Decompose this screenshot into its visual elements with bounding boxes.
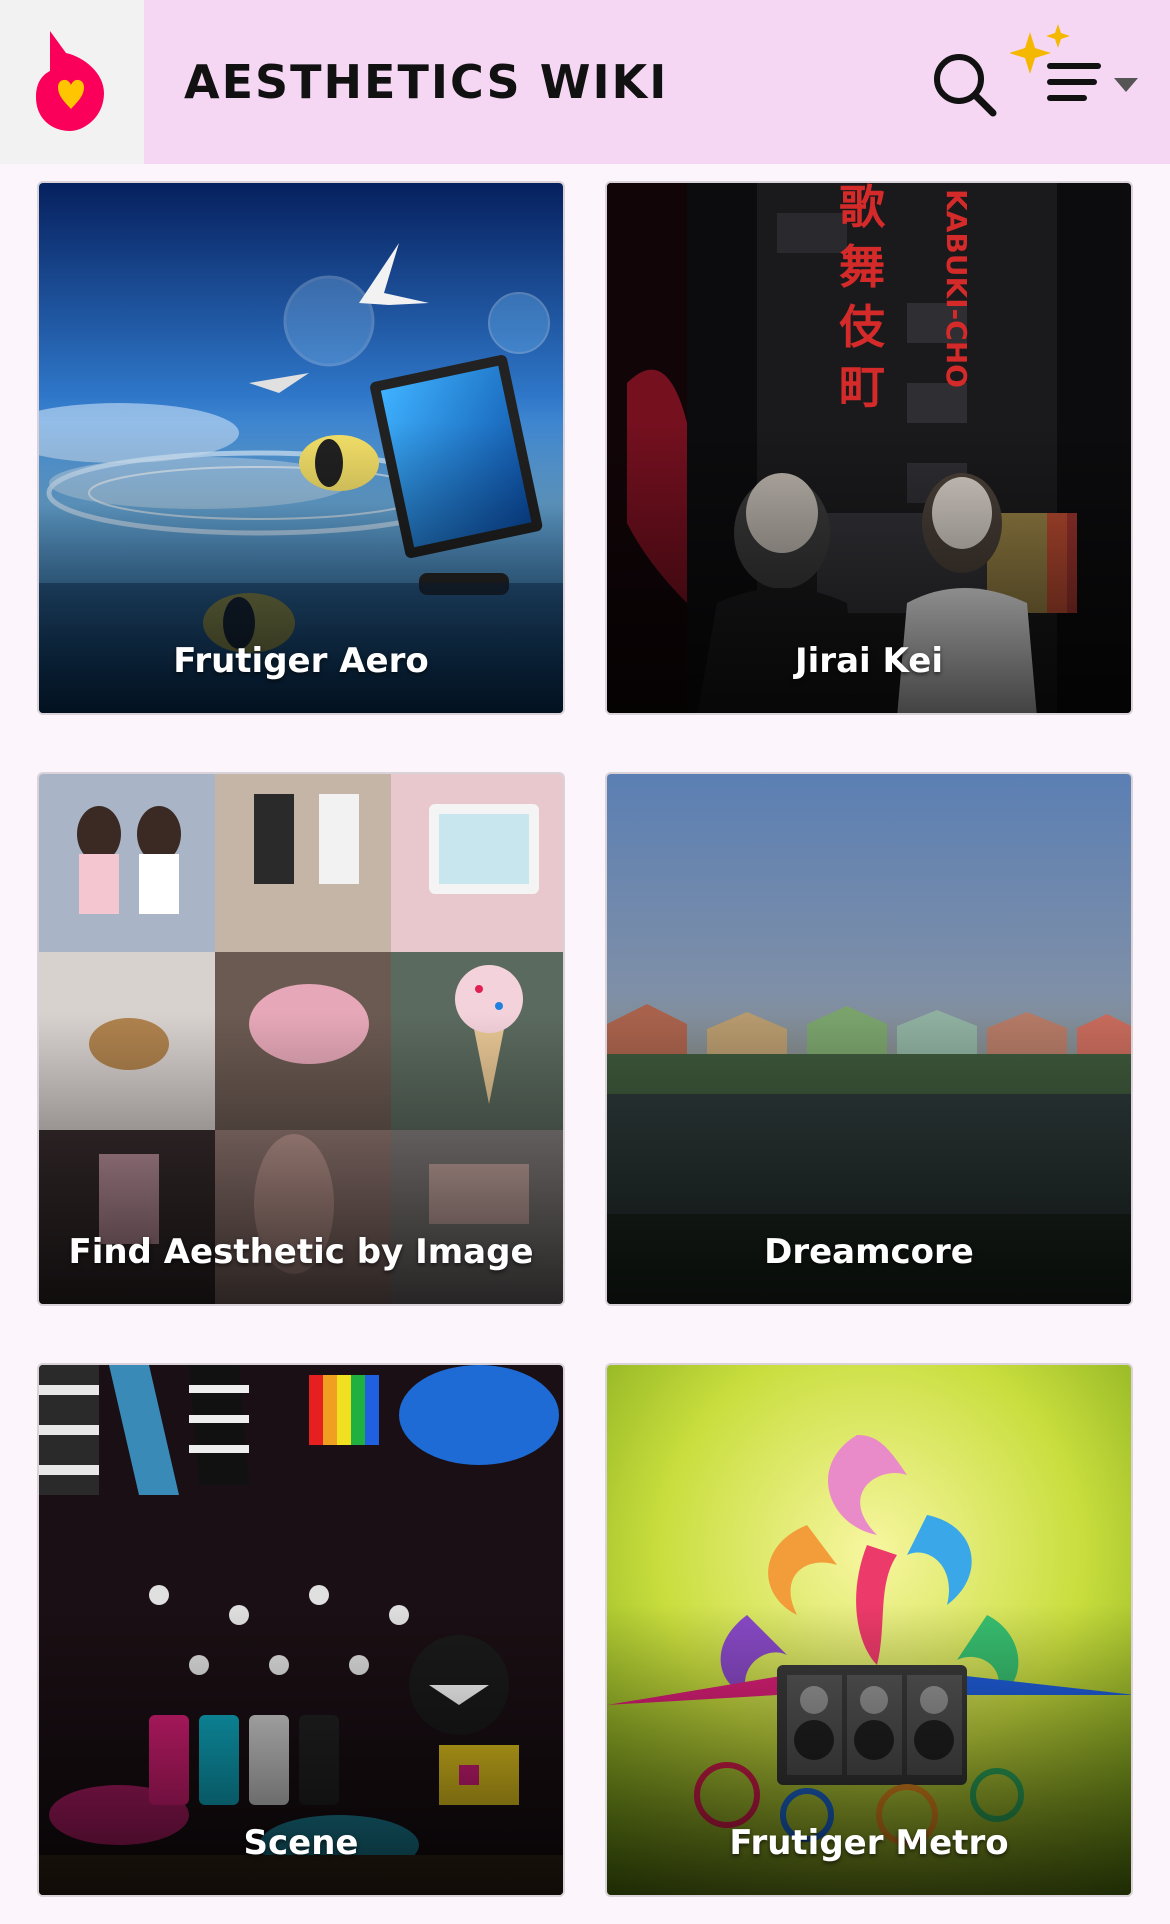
search-button[interactable] — [926, 46, 1002, 122]
card-dreamcore[interactable]: Dreamcore — [605, 772, 1133, 1306]
card-title[interactable]: Find Aesthetic by Image — [39, 1232, 563, 1272]
sign-kanji-3: 伎 — [839, 300, 885, 354]
caret-down-icon[interactable] — [1112, 76, 1140, 94]
card-title[interactable]: Scene — [39, 1823, 563, 1863]
sign-kanji-4: 町 — [839, 360, 885, 414]
card-frutiger-aero[interactable]: Frutiger Aero — [37, 181, 565, 715]
card-frutiger-metro[interactable]: Frutiger Metro — [605, 1363, 1133, 1897]
card-scene[interactable]: Scene — [37, 1363, 565, 1897]
fandom-heart-flame-icon — [36, 31, 104, 131]
card-title[interactable]: Jirai Kei — [607, 641, 1131, 681]
fandom-logo[interactable] — [0, 0, 144, 164]
search-icon — [934, 54, 997, 117]
card-title[interactable]: Frutiger Aero — [39, 641, 563, 681]
menu-button[interactable] — [1009, 22, 1160, 122]
sign-kanji-2: 舞 — [839, 240, 885, 294]
sign-kanji-1: 歌 — [839, 183, 886, 234]
card-title[interactable]: Frutiger Metro — [607, 1823, 1131, 1863]
card-find-aesthetic-by-image[interactable]: Find Aesthetic by Image — [37, 772, 565, 1306]
sign-text: KABUKI-CHO — [940, 189, 973, 388]
sparkle-menu-icon — [1009, 24, 1101, 101]
card-title[interactable]: Dreamcore — [607, 1232, 1131, 1272]
site-title[interactable]: AESTHETICS WIKI — [184, 55, 668, 109]
top-nav-bar: AESTHETICS WIKI — [0, 0, 1170, 164]
card-jirai-kei[interactable]: 歌 舞 伎 町 KABUKI-CHO Jirai Kei — [605, 181, 1133, 715]
